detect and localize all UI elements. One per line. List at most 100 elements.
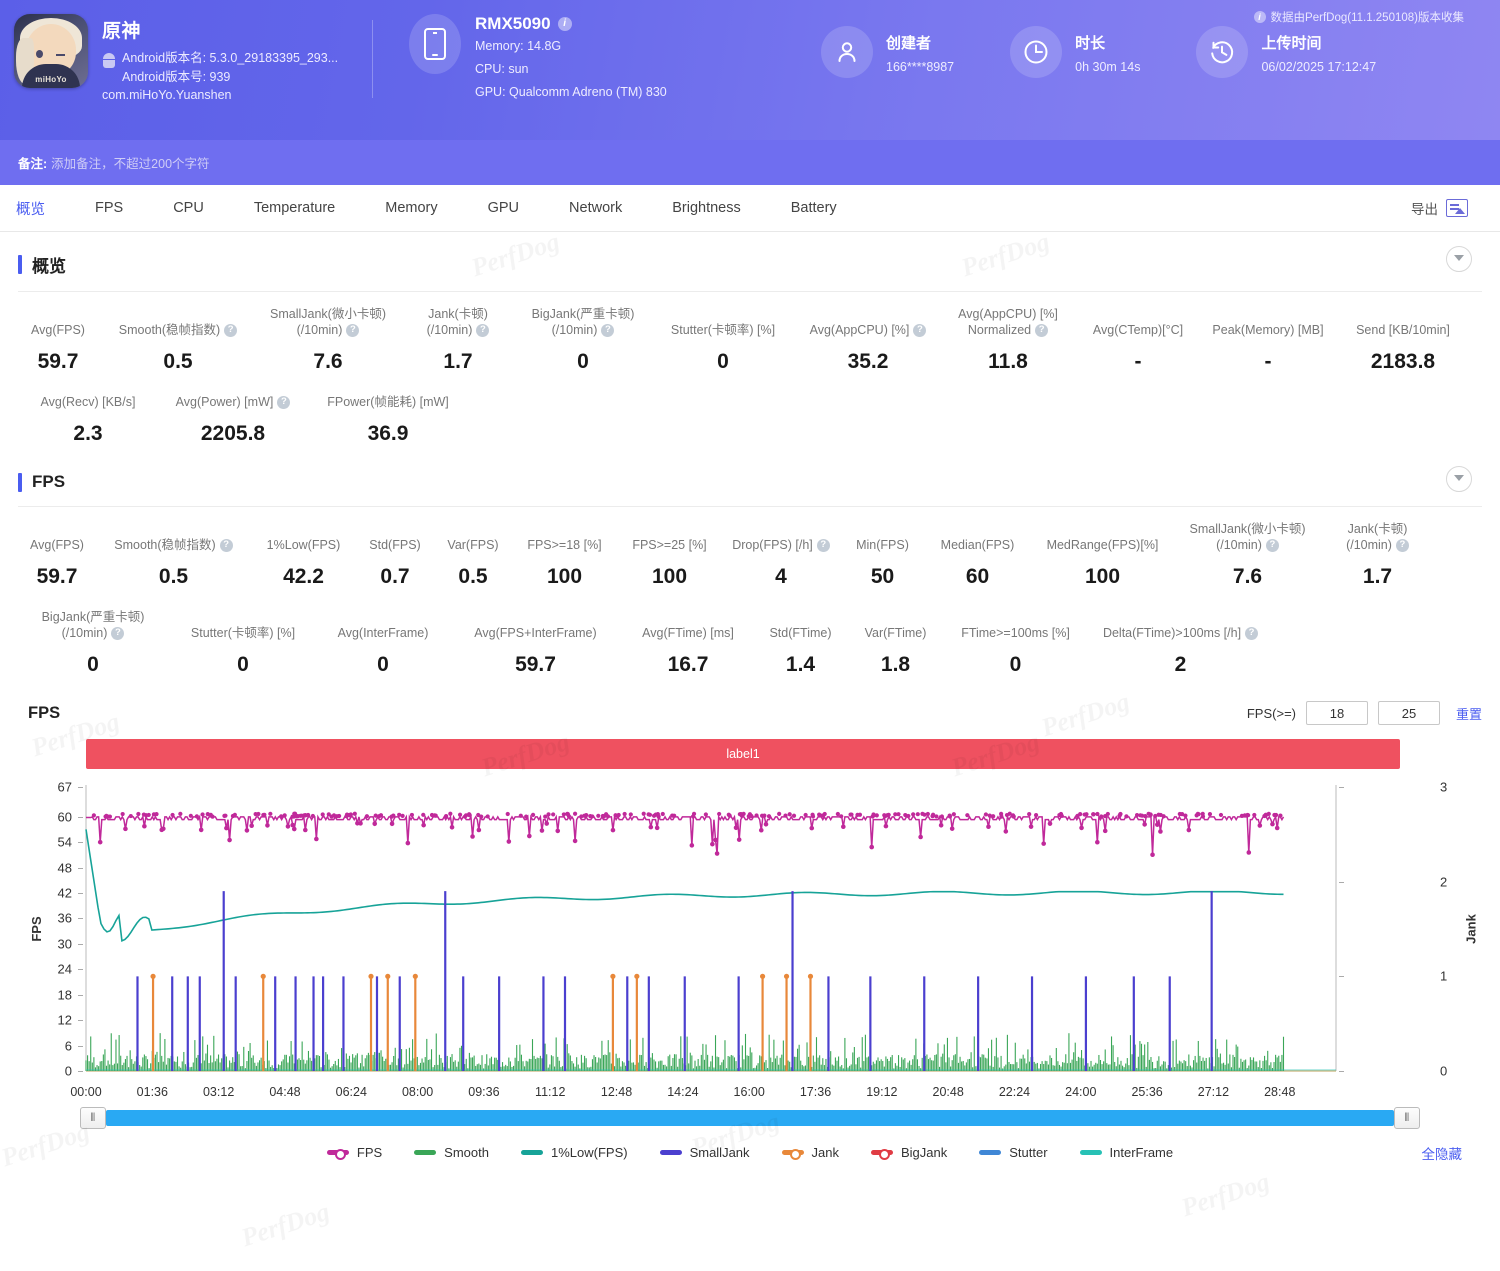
metric-label: Avg(FPS+InterFrame) [474,626,597,640]
legend-item-interframe[interactable]: InterFrame [1079,1145,1173,1160]
history-icon [1196,26,1249,78]
page-header: i 数据由PerfDog(11.1.250108)版本收集 miHoYo 原神 … [0,0,1500,140]
user-icon [821,26,873,78]
legend-item-smooth[interactable]: Smooth [414,1145,489,1160]
remark-bar[interactable]: 备注: 添加备注，不超过200个字符 [0,140,1500,185]
help-icon[interactable]: ? [816,538,830,552]
help-icon[interactable]: ? [1035,323,1049,337]
fps-threshold-2-input[interactable] [1377,701,1440,725]
chart-scrollbar[interactable]: ⦀ ⦀ [18,1107,1482,1129]
metric-smooth------: Smooth(稳帧指数)? 0.5 [98,322,258,374]
legend-swatch [781,1148,804,1160]
help-icon[interactable]: ? [111,626,125,640]
scrollbar-right-handle[interactable]: ⦀ [1394,1107,1420,1129]
metric-label: Avg(FPS) [31,323,85,337]
tab-Battery[interactable]: Battery [783,200,845,216]
creator-value: 166****8987 [886,60,955,74]
tab-FPS[interactable]: FPS [87,200,131,216]
help-icon[interactable]: ? [346,323,360,337]
android-version-code: Android版本号: 939 [122,70,231,84]
legend-item-fps[interactable]: FPS [326,1145,382,1160]
fps-collapse-button[interactable] [1446,466,1472,492]
metric-avg-fps-: Avg(FPS) 59.7 [18,322,98,374]
tab-概览[interactable]: 概览 [8,198,53,219]
help-icon[interactable]: ? [277,395,291,409]
tab-Temperature[interactable]: Temperature [246,200,343,216]
metric-median-fps-: Median(FPS) 60 [925,537,1030,589]
metric-value: 7.6 [313,350,343,373]
metric-label: Delta(FTime)>100ms [/h] [1102,626,1242,640]
legend-item-jank[interactable]: Jank [781,1145,839,1160]
help-icon[interactable]: ? [476,323,490,337]
export-button[interactable]: 导出 [1411,198,1468,218]
legend-item-stutter[interactable]: Stutter [979,1145,1048,1160]
x-tick: 00:00 [70,1085,102,1099]
overview-section-header: 概览 [0,232,1500,277]
x-tick: 17:36 [799,1085,832,1099]
chart-canvas [85,785,1337,1072]
overview-collapse-button[interactable] [1446,246,1472,272]
metric-drop-fps----h-: Drop(FPS) [/h]? 4 [722,537,840,589]
metric-label-line2: (/10min)? [1320,537,1435,553]
metric-value: 0.5 [458,565,488,588]
device-cpu: CPU: sun [475,62,529,76]
fps-threshold-1-input[interactable] [1305,701,1368,725]
label-band[interactable]: label1 [86,739,1400,769]
metric-avg-fps+interframe-: Avg(FPS+InterFrame) 59.7 [448,625,623,677]
metric-label: Drop(FPS) [/h] [732,538,813,552]
tab-Memory[interactable]: Memory [377,200,445,216]
device-info-icon[interactable]: i [557,17,572,31]
metric-value: 59.7 [36,565,78,588]
scrollbar-track[interactable] [106,1110,1394,1126]
metric-value: 0.7 [380,565,410,588]
help-icon[interactable]: ? [601,323,615,337]
legend-item-smalljank[interactable]: SmallJank [659,1145,750,1160]
export-icon [1446,199,1468,217]
metric-value: 0 [717,350,729,373]
help-icon[interactable]: ? [224,323,238,337]
tab-CPU[interactable]: CPU [165,200,212,216]
overview-title: 概览 [32,257,66,276]
legend-item-1%lowfps[interactable]: 1%Low(FPS) [520,1145,628,1160]
x-tick: 28:48 [1264,1085,1296,1099]
upload-time-label: 上传时间 [1261,35,1322,52]
fps-threshold-controls: FPS(>=) 重置 [1247,701,1482,725]
x-tick: 22:24 [998,1085,1031,1099]
metric-smooth------: Smooth(稳帧指数)? 0.5 [96,537,251,589]
x-tick: 03:12 [202,1085,235,1099]
legend-item-bigjank[interactable]: BigJank [871,1145,947,1160]
metric-avg-appcpu---%-: Avg(AppCPU) [%]? 35.2 [798,322,938,374]
metric-label: Std(FPS) [369,538,421,552]
metric-jank----: Jank(卡顿) (/10min)? 1.7 [398,306,518,374]
metric-value: 2 [1174,653,1187,676]
reset-button[interactable]: 重置 [1456,704,1482,723]
x-axis: 00:00 01:36 03:12 04:48 06:24 08:00 09:36 11:12… [18,1079,1482,1103]
legend-label: BigJank [901,1145,948,1160]
help-icon[interactable]: ? [219,538,233,552]
creator-block: 创建者 166****8987 [821,14,954,78]
help-icon[interactable]: ? [1395,538,1409,552]
legend-swatch [414,1150,437,1155]
metric-ftime>=100ms--%-: FTime>=100ms [%] 0 [943,625,1088,677]
remark-input[interactable]: 添加备注，不超过200个字符 [51,153,209,172]
legend-label: SmallJank [689,1145,750,1160]
help-icon[interactable]: ? [913,323,927,337]
tab-GPU[interactable]: GPU [480,200,527,216]
legend-label: Jank [811,1145,839,1160]
tab-Brightness[interactable]: Brightness [664,200,749,216]
tab-Network[interactable]: Network [561,200,630,216]
x-tick: 25:36 [1131,1085,1163,1099]
metric-avg-power---mw-: Avg(Power) [mW]? 2205.8 [158,394,308,446]
x-tick: 09:36 [468,1085,500,1099]
help-icon[interactable]: ? [1245,626,1259,640]
chart-plot-area[interactable]: FPS Jank 0 6 12 18 24 30 36 42 48 54 60 67 0123 [18,779,1482,1079]
metric-peak-memory---mb-: Peak(Memory) [MB] - [1198,322,1338,374]
metric-label-line2: (/10min)? [1175,537,1320,553]
metric-value: 4 [775,565,787,588]
scrollbar-left-handle[interactable]: ⦀ [80,1107,106,1129]
legend-label: 1%Low(FPS) [550,1145,628,1160]
metric-value: 0 [237,653,249,676]
chevron-down-icon [1454,254,1464,261]
hide-all-button[interactable]: 全隐藏 [1422,1143,1463,1163]
help-icon[interactable]: ? [1265,538,1279,552]
